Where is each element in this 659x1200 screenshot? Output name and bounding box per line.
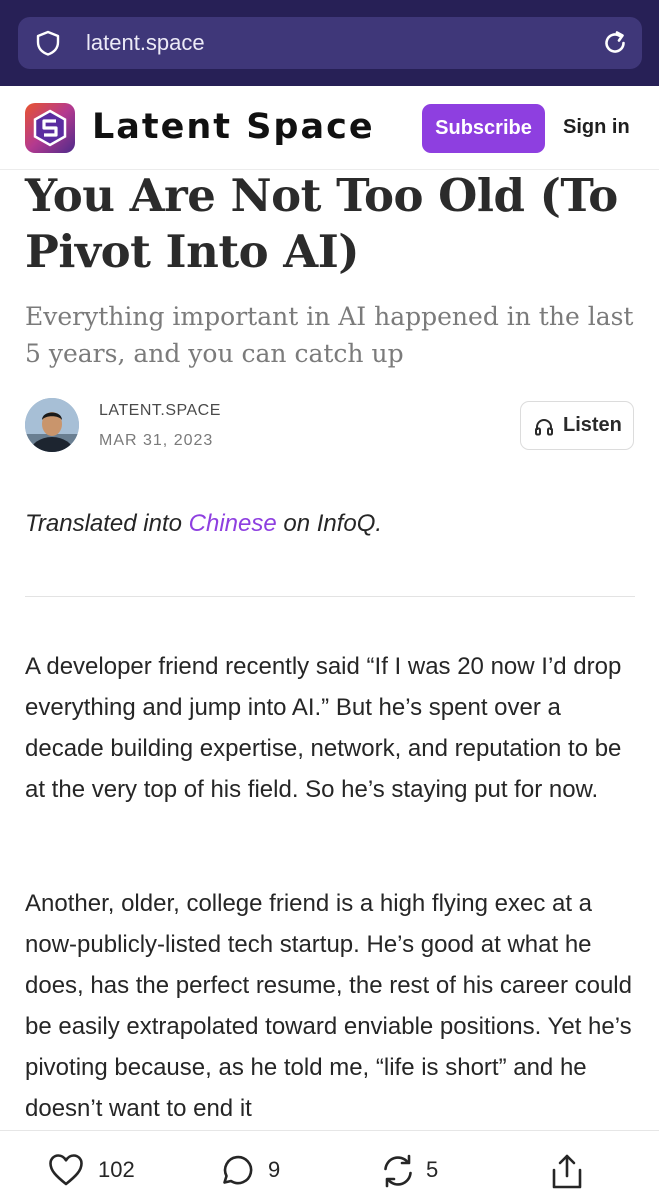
site-name[interactable]: Latent Space bbox=[92, 104, 396, 150]
restack-icon bbox=[384, 1154, 412, 1188]
shield-icon bbox=[36, 30, 60, 56]
like-count: 102 bbox=[98, 1157, 135, 1182]
divider bbox=[25, 596, 635, 597]
subscribe-button[interactable]: Subscribe bbox=[422, 104, 545, 153]
sign-in-link[interactable]: Sign in bbox=[563, 116, 630, 139]
article-paragraph: Another, older, college friend is a high… bbox=[25, 890, 632, 1122]
heart-icon bbox=[49, 1154, 83, 1186]
author-avatar[interactable] bbox=[25, 398, 79, 452]
restack-count: 5 bbox=[426, 1157, 439, 1182]
address-bar[interactable]: latent.space bbox=[18, 17, 642, 69]
translation-link[interactable]: Chinese bbox=[189, 510, 277, 537]
comment-button[interactable]: 9 bbox=[218, 1153, 288, 1193]
headphones-icon bbox=[535, 419, 553, 436]
post-action-bar: 102 9 5 bbox=[0, 1130, 659, 1200]
restack-button[interactable]: 5 bbox=[380, 1153, 450, 1193]
site-header: Latent Space Subscribe Sign in bbox=[0, 86, 659, 170]
site-logo[interactable] bbox=[25, 103, 75, 153]
like-button[interactable]: 102 bbox=[48, 1153, 148, 1193]
listen-label: Listen bbox=[563, 414, 622, 436]
reload-icon[interactable] bbox=[600, 28, 630, 58]
logo-icon bbox=[25, 103, 75, 153]
browser-toolbar: latent.space bbox=[0, 0, 659, 86]
translation-suffix: on InfoQ. bbox=[276, 510, 383, 537]
share-icon bbox=[552, 1154, 582, 1189]
article-title: You Are Not Too Old (To Pivot Into AI) bbox=[25, 169, 618, 278]
article-paragraph: A developer friend recently said “If I w… bbox=[25, 653, 622, 803]
byline-author[interactable]: LATENT.SPACE bbox=[99, 402, 221, 420]
byline-date: MAR 31, 2023 bbox=[99, 432, 214, 449]
comment-count: 9 bbox=[268, 1157, 281, 1182]
translation-prefix: Translated into bbox=[25, 510, 189, 537]
avatar-photo bbox=[25, 398, 79, 452]
url-text[interactable]: latent.space bbox=[86, 30, 205, 56]
article-subtitle: Everything important in AI happened in t… bbox=[25, 302, 634, 368]
comment-icon bbox=[223, 1155, 253, 1185]
listen-button[interactable]: Listen bbox=[520, 401, 634, 450]
share-button[interactable] bbox=[549, 1153, 585, 1193]
translation-note: Translated into Chinese on InfoQ. bbox=[25, 510, 382, 538]
